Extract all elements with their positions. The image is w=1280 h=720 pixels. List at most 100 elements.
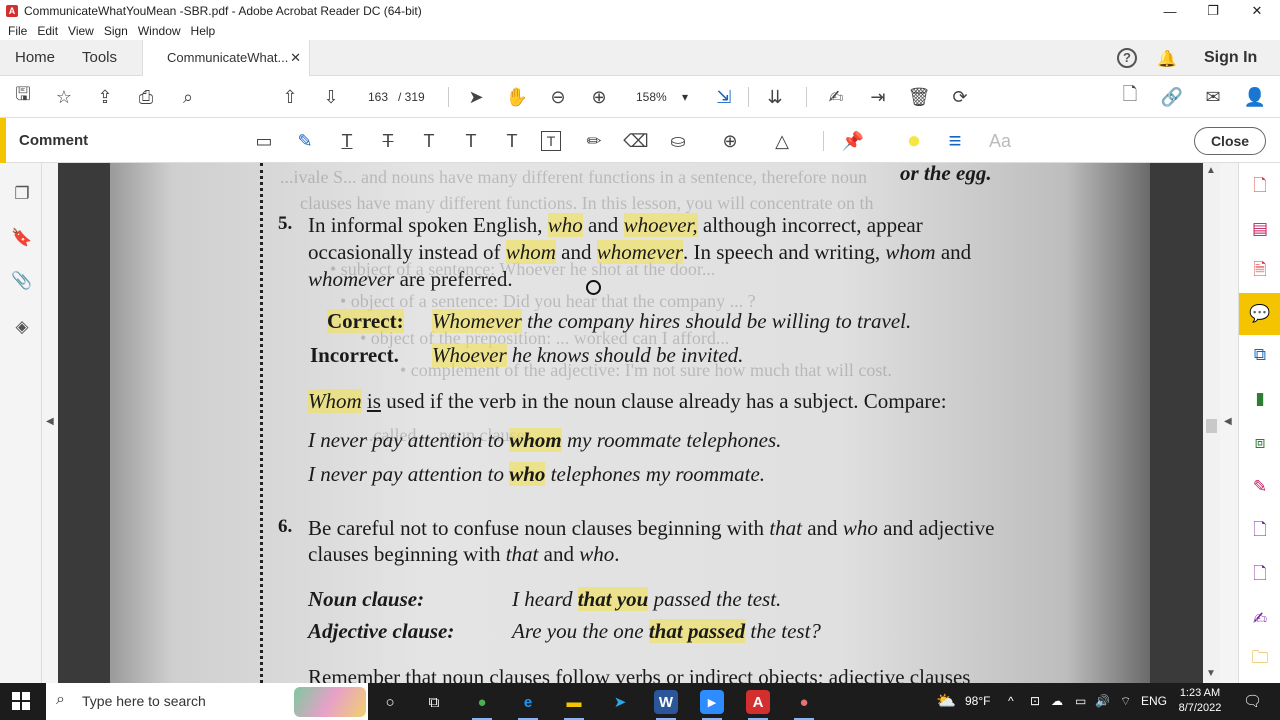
attachments-icon[interactable]: 📎 [11,270,33,292]
protect-icon[interactable]: 🗋 [1248,563,1272,587]
find-icon[interactable]: ⌕ [176,85,200,109]
sign-in-button[interactable]: Sign In [1204,40,1257,76]
tab-document[interactable]: CommunicateWhat... ✕ [142,40,310,76]
more-tools-icon[interactable]: 🗀 [1248,647,1272,671]
color-picker-icon[interactable]: ● [902,127,926,154]
collapse-left-icon[interactable]: ◀ [46,416,54,427]
layers-icon[interactable]: ◈ [11,316,33,338]
wifi-icon[interactable]: ⌔ [1120,683,1131,720]
tab-home[interactable]: Home [15,40,55,76]
language-indicator[interactable]: ENG [1141,683,1167,720]
telegram-icon[interactable]: ➤ [608,690,632,714]
pencil-icon[interactable]: ✏ [582,129,606,153]
sticky-note-icon[interactable]: ▭ [252,129,276,153]
document-viewport[interactable]: ...ivale S... and nouns have many differ… [58,163,1203,683]
menu-edit[interactable]: Edit [37,24,58,38]
menu-view[interactable]: View [68,24,94,38]
tab-tools[interactable]: Tools [82,40,117,76]
cortana-icon[interactable]: ○ [378,690,402,714]
export-icon[interactable]: ⇥ [866,85,890,109]
zoom-in-icon[interactable]: ⊕ [587,85,611,109]
print-icon[interactable]: ⎙ [134,85,158,109]
menu-file[interactable]: File [8,24,27,38]
vertical-scrollbar[interactable]: ▲ ▼ [1203,163,1220,683]
menu-window[interactable]: Window [138,24,181,38]
zoom-dropdown[interactable]: 158% ▾ [628,86,694,108]
edit-pdf-icon[interactable]: ▮ [1248,387,1272,411]
combine-files-icon[interactable]: ⧉ [1248,343,1272,367]
notifications-bell-icon[interactable]: 🔔 [1157,49,1177,69]
highlight-icon[interactable]: ✎ [293,129,317,153]
system-clock[interactable]: 1:23 AM 8/7/2022 [1170,686,1230,716]
word-icon[interactable]: W [654,690,678,720]
zoom-icon[interactable]: ▶ [700,690,724,720]
fill-sign-icon[interactable]: ✎ [1248,475,1272,499]
restore-button[interactable]: ❐ [1190,0,1236,22]
edge-icon[interactable]: e [516,690,540,720]
scroll-thumb[interactable] [1206,419,1217,433]
add-pdf-icon[interactable]: 🗋 [1118,84,1142,109]
meet-now-icon[interactable]: ⊡ [1030,683,1040,720]
page-number-input[interactable]: 163 [360,86,396,108]
fit-page-icon[interactable]: ⇲ [712,85,736,109]
close-comment-button[interactable]: Close [1194,127,1266,155]
weather-temperature[interactable]: 98°F [965,683,990,720]
collapse-right-icon[interactable]: ◀ [1224,416,1232,427]
page-thumbnails-icon[interactable]: ❐ [11,183,33,205]
next-page-icon[interactable]: ⇩ [319,85,343,109]
hand-tool-icon[interactable]: ✋ [505,85,529,109]
delete-icon[interactable]: 🗑 [907,85,931,109]
eraser-icon[interactable]: ⌫ [623,129,648,153]
organize-pages-icon[interactable]: ▤ [1248,217,1272,241]
chrome-profile-icon[interactable]: ● [792,690,816,720]
replace-text-icon[interactable]: T [417,129,441,153]
chrome-icon[interactable]: ● [470,690,494,720]
prev-page-icon[interactable]: ⇧ [278,85,302,109]
bookmarks-icon[interactable]: 🔖 [11,227,33,249]
close-window-button[interactable]: ✕ [1234,0,1280,22]
select-tool-icon[interactable]: ➤ [464,85,488,109]
font-icon[interactable]: Aa [985,129,1015,153]
menu-sign[interactable]: Sign [104,24,128,38]
scroll-up-icon[interactable]: ▲ [1206,165,1216,176]
account-icon[interactable]: 👤 [1243,85,1267,109]
strikethrough-icon[interactable]: T [376,129,400,153]
bookmark-star-icon[interactable]: ☆ [52,85,76,109]
tab-close-icon[interactable]: ✕ [290,40,301,76]
onedrive-cloud-icon[interactable]: ☁ [1051,683,1063,720]
text-box-icon[interactable]: T [541,131,561,151]
acrobat-icon[interactable]: A [746,690,770,720]
underline-icon[interactable]: T [335,129,359,153]
sign-pen-icon[interactable]: ✍ [824,85,848,109]
add-text-icon[interactable]: T [500,129,524,153]
stamp-icon[interactable]: ⛀ [666,129,690,153]
share-link-icon[interactable]: 🔗 [1160,85,1184,109]
request-signature-icon[interactable]: 🗋 [1248,519,1272,543]
minimize-button[interactable]: — [1147,0,1193,22]
file-explorer-icon[interactable]: ▬ [562,690,586,720]
line-weight-icon[interactable]: ≡ [943,128,967,153]
taskbar-search-box[interactable]: ⌕ Type here to search [46,683,368,720]
rotate-icon[interactable]: ⟳ [948,85,972,109]
save-icon[interactable]: 🖫 [11,84,35,109]
sign-icon[interactable]: ✍ [1248,607,1272,631]
battery-icon[interactable]: ▭ [1075,683,1086,720]
show-hidden-icons-chevron-icon[interactable]: ^ [1008,683,1014,720]
pin-icon[interactable]: 📌 [841,129,865,153]
scroll-mode-icon[interactable]: ⇊ [763,85,787,109]
help-icon[interactable]: ? [1117,48,1137,68]
notification-center-icon[interactable]: 🗨 [1243,683,1262,720]
task-view-icon[interactable]: ⧉ [422,690,446,714]
create-pdf-icon[interactable]: 🗋 [1248,175,1272,199]
upload-cloud-icon[interactable]: ⇪ [93,85,117,109]
email-icon[interactable]: ✉ [1201,85,1225,109]
menu-help[interactable]: Help [191,24,216,38]
insert-text-icon[interactable]: T [459,129,483,153]
export-pdf-icon[interactable]: 🗎 [1248,259,1272,283]
comment-tool-icon[interactable]: 💬 [1239,293,1280,335]
shapes-icon[interactable]: △ [770,129,794,153]
windows-start-icon[interactable] [12,692,30,710]
attach-file-icon[interactable]: ⊕ [718,129,742,153]
volume-icon[interactable]: 🔊 [1095,683,1110,720]
zoom-out-icon[interactable]: ⊖ [546,85,570,109]
